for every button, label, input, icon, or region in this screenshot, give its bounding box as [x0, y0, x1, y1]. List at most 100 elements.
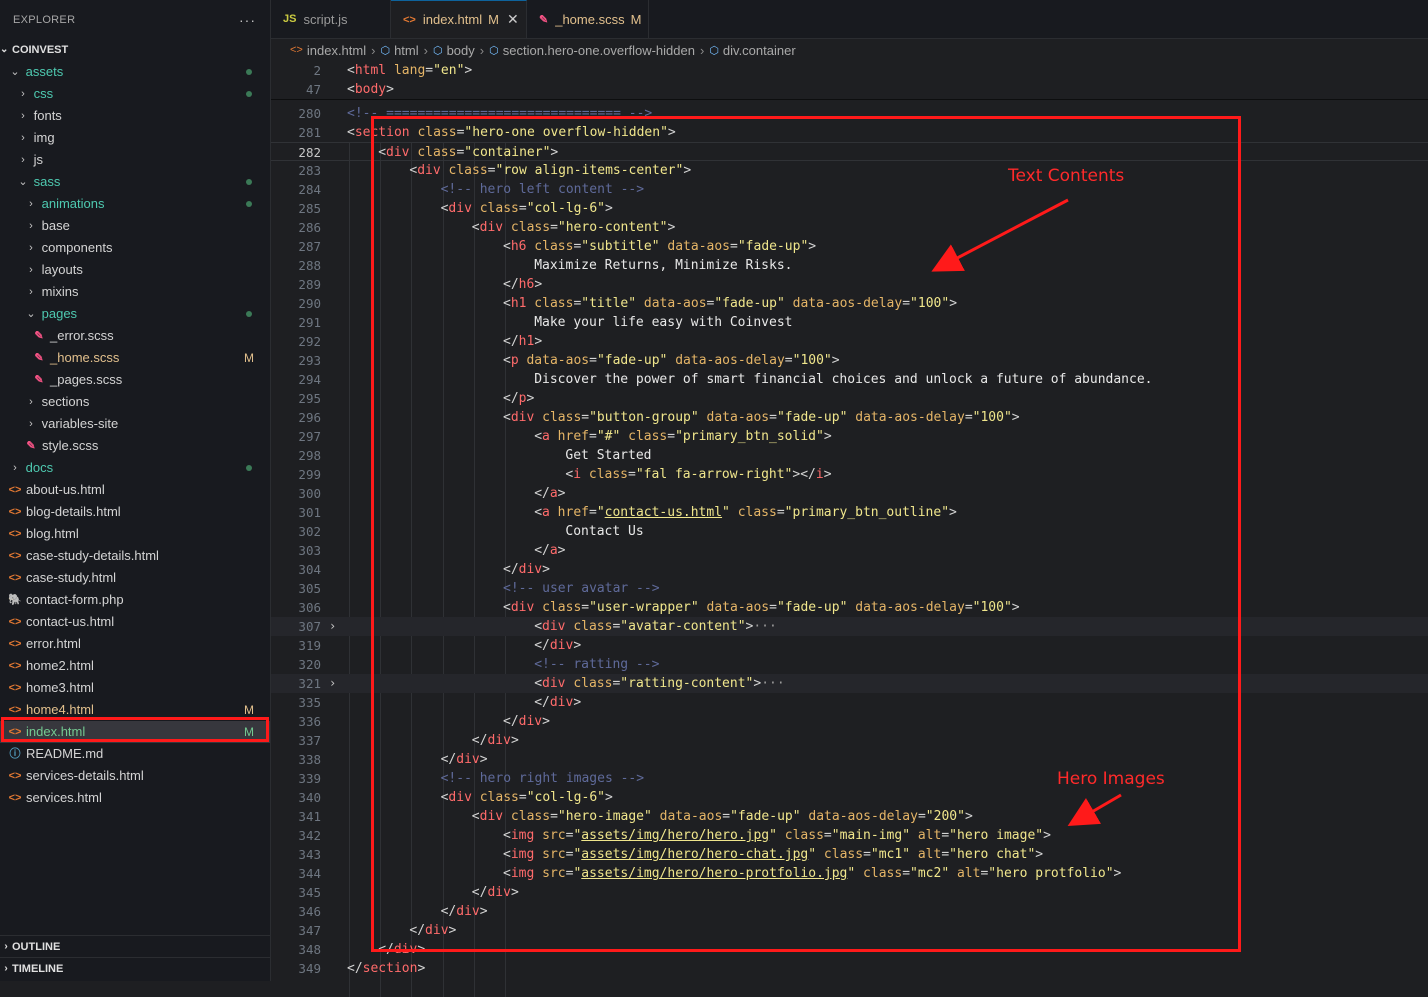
tree-item[interactable]: › animations	[0, 193, 270, 215]
code-text: <a href="contact-us.html" class="primary…	[534, 505, 957, 520]
code-line[interactable]: 302 Contact Us	[271, 522, 1428, 541]
tree-item[interactable]: <> error.html	[0, 633, 270, 655]
more-actions-icon[interactable]: ···	[239, 12, 256, 28]
tree-item[interactable]: › layouts	[0, 259, 270, 281]
code-line[interactable]: 290 <h1 class="title" data-aos="fade-up" …	[271, 294, 1428, 313]
tree-item[interactable]: › js	[0, 149, 270, 171]
code-line[interactable]: 349 </section>	[271, 959, 1428, 978]
tree-item[interactable]: ⌄ assets	[0, 61, 270, 83]
code-line[interactable]: 347 </div>	[271, 921, 1428, 940]
code-line[interactable]: 339 <!-- hero right images -->	[271, 769, 1428, 788]
breadcrumb-item[interactable]: ⬡ section.hero-one.overflow-hidden	[489, 43, 695, 58]
tree-item[interactable]: ⌄ sass	[0, 171, 270, 193]
code-line[interactable]: 305 <!-- user avatar -->	[271, 579, 1428, 598]
tree-item[interactable]: ✎ style.scss	[0, 435, 270, 457]
code-line[interactable]: 304 </div>	[271, 560, 1428, 579]
code-line[interactable]: 307 › <div class="avatar-content">···	[271, 617, 1428, 636]
breadcrumb-item[interactable]: ⬡ div.container	[709, 43, 795, 58]
code-line[interactable]: 321 › <div class="ratting-content">···	[271, 674, 1428, 693]
code-line[interactable]: 344 <img src="assets/img/hero/hero-protfo…	[271, 864, 1428, 883]
code-line[interactable]: 299 <i class="fal fa-arrow-right"></i>	[271, 465, 1428, 484]
code-line[interactable]: 293 <p data-aos="fade-up" data-aos-delay=…	[271, 351, 1428, 370]
code-line[interactable]: 320 <!-- ratting -->	[271, 655, 1428, 674]
code-line[interactable]: 288 Maximize Returns, Minimize Risks.	[271, 256, 1428, 275]
breadcrumb-item[interactable]: ⬡ body	[433, 43, 475, 58]
tab-script-js[interactable]: JS script.js	[271, 0, 391, 38]
tree-item[interactable]: › mixins	[0, 281, 270, 303]
code-line[interactable]: 340 <div class="col-lg-6">	[271, 788, 1428, 807]
tree-item[interactable]: <> home4.html M	[0, 699, 270, 721]
tree-item[interactable]: › img	[0, 127, 270, 149]
code-line[interactable]: 280 <!-- ============================== -…	[271, 104, 1428, 123]
code-line[interactable]: 343 <img src="assets/img/hero/hero-chat.j…	[271, 845, 1428, 864]
breadcrumb-item[interactable]: <> index.html	[290, 43, 366, 58]
tree-item[interactable]: <> index.html M	[0, 721, 270, 743]
code-line[interactable]: 298 Get Started	[271, 446, 1428, 465]
code-line[interactable]: 336 </div>	[271, 712, 1428, 731]
code-line[interactable]: 285 <div class="col-lg-6">	[271, 199, 1428, 218]
code-line[interactable]: 297 <a href="#" class="primary_btn_solid"…	[271, 427, 1428, 446]
tree-item[interactable]: ✎ _error.scss	[0, 325, 270, 347]
tree-item[interactable]: › base	[0, 215, 270, 237]
line-number: 289	[298, 277, 321, 292]
code-line[interactable]: 281 <section class="hero-one overflow-hid…	[271, 123, 1428, 142]
code-line[interactable]: 292 </h1>	[271, 332, 1428, 351]
code-line[interactable]: 337 </div>	[271, 731, 1428, 750]
tree-item[interactable]: › fonts	[0, 105, 270, 127]
tree-item[interactable]: › variables-site	[0, 413, 270, 435]
close-icon[interactable]: ✕	[507, 11, 519, 28]
code-line[interactable]: 47 <body>	[271, 80, 1428, 99]
code-line[interactable]: 283 <div class="row align-items-center">	[271, 161, 1428, 180]
outline-section[interactable]: › OUTLINE	[0, 935, 270, 958]
code-line[interactable]: 341 <div class="hero-image" data-aos="fad…	[271, 807, 1428, 826]
tree-item[interactable]: › sections	[0, 391, 270, 413]
code-line[interactable]: 345 </div>	[271, 883, 1428, 902]
code-line[interactable]: 303 </a>	[271, 541, 1428, 560]
tree-item[interactable]: <> home3.html	[0, 677, 270, 699]
tree-item[interactable]: › docs	[0, 457, 270, 479]
tree-item[interactable]: <> contact-us.html	[0, 611, 270, 633]
code-line[interactable]: 300 </a>	[271, 484, 1428, 503]
code-line[interactable]: 295 </p>	[271, 389, 1428, 408]
tree-item[interactable]: <> services.html	[0, 787, 270, 809]
tree-item[interactable]: <> case-study-details.html	[0, 545, 270, 567]
code-line[interactable]: 306 <div class="user-wrapper" data-aos="f…	[271, 598, 1428, 617]
fold-chevron-icon[interactable]: ›	[329, 674, 336, 693]
workspace-root[interactable]: ⌄ COINVEST	[0, 40, 270, 60]
code-line[interactable]: 348 </div>	[271, 940, 1428, 959]
tree-item[interactable]: <> about-us.html	[0, 479, 270, 501]
code-line[interactable]: 289 </h6>	[271, 275, 1428, 294]
code-line[interactable]: 296 <div class="button-group" data-aos="f…	[271, 408, 1428, 427]
tree-item[interactable]: <> case-study.html	[0, 567, 270, 589]
breadcrumb-item[interactable]: ⬡ html	[380, 43, 418, 58]
tree-item[interactable]: ⌄ pages	[0, 303, 270, 325]
timeline-section[interactable]: › TIMELINE	[0, 957, 270, 980]
tree-item[interactable]: ✎ _home.scss M	[0, 347, 270, 369]
tree-item[interactable]: 🐘 contact-form.php	[0, 589, 270, 611]
code-line[interactable]: 2 <html lang="en">	[271, 61, 1428, 80]
tree-item[interactable]: <> blog.html	[0, 523, 270, 545]
code-editor[interactable]: 2 <html lang="en"> 47 <body> 280 <!-- =======…	[271, 61, 1428, 997]
code-line[interactable]: 284 <!-- hero left content -->	[271, 180, 1428, 199]
fold-chevron-icon[interactable]: ›	[329, 617, 336, 636]
tab--home-scss[interactable]: ✎ _home.scss M	[527, 0, 649, 38]
code-line[interactable]: 287 <h6 class="subtitle" data-aos="fade-u…	[271, 237, 1428, 256]
code-line[interactable]: 338 </div>	[271, 750, 1428, 769]
code-line[interactable]: 346 </div>	[271, 902, 1428, 921]
tree-item[interactable]: ⓘ README.md	[0, 743, 270, 765]
code-line[interactable]: 286 <div class="hero-content">	[271, 218, 1428, 237]
code-line[interactable]: 342 <img src="assets/img/hero/hero.jpg" c…	[271, 826, 1428, 845]
tree-item[interactable]: <> blog-details.html	[0, 501, 270, 523]
code-line[interactable]: 282 <div class="container">	[271, 142, 1428, 161]
code-line[interactable]: 335 </div>	[271, 693, 1428, 712]
tree-item[interactable]: › css	[0, 83, 270, 105]
code-line[interactable]: 294 Discover the power of smart financial…	[271, 370, 1428, 389]
tree-item[interactable]: ✎ _pages.scss	[0, 369, 270, 391]
code-line[interactable]: 301 <a href="contact-us.html" class="prim…	[271, 503, 1428, 522]
code-line[interactable]: 291 Make your life easy with Coinvest	[271, 313, 1428, 332]
tree-item[interactable]: <> services-details.html	[0, 765, 270, 787]
code-line[interactable]: 319 </div>	[271, 636, 1428, 655]
tab-index-html[interactable]: <> index.html M ✕	[391, 0, 527, 38]
tree-item[interactable]: › components	[0, 237, 270, 259]
tree-item[interactable]: <> home2.html	[0, 655, 270, 677]
